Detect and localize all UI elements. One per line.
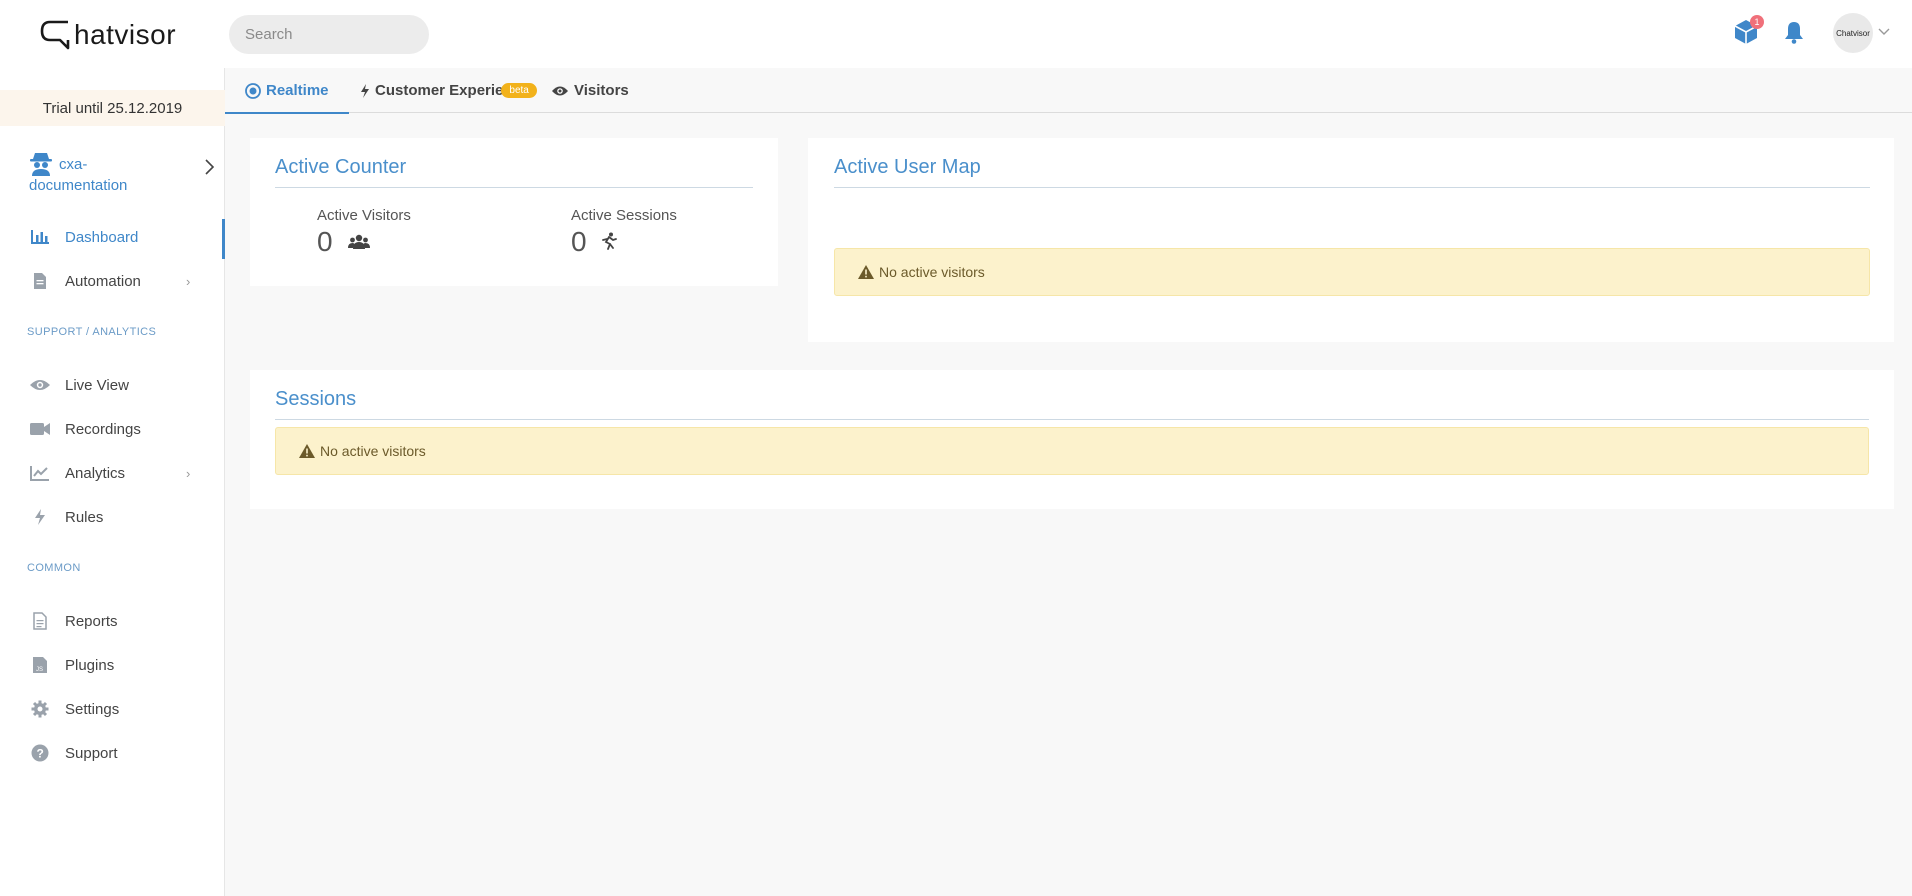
card-title: Active Counter bbox=[275, 156, 407, 178]
warning-icon bbox=[298, 443, 316, 459]
avatar[interactable]: Chatvisor bbox=[1833, 13, 1873, 53]
sessions-card: Sessions No active visitors bbox=[250, 370, 1894, 509]
svg-text:JS: JS bbox=[36, 667, 43, 673]
sidebar-item-label: Analytics bbox=[65, 464, 126, 482]
report-icon bbox=[29, 611, 51, 631]
logo-c-icon bbox=[40, 20, 70, 50]
search-input[interactable] bbox=[229, 15, 429, 54]
sidebar-item-rules[interactable]: Rules bbox=[0, 497, 225, 537]
line-chart-icon bbox=[29, 463, 51, 483]
account-switcher[interactable]: cxa-documentation bbox=[0, 144, 225, 206]
tab-visitors[interactable]: Visitors bbox=[551, 68, 629, 113]
gear-icon bbox=[29, 699, 51, 719]
video-camera-icon bbox=[29, 419, 51, 439]
sidebar-item-label: Settings bbox=[65, 700, 120, 718]
sidebar-item-label: Dashboard bbox=[65, 228, 139, 246]
warning-icon bbox=[857, 264, 875, 280]
sidebar: Trial until 25.12.2019 cxa-documentation… bbox=[0, 68, 225, 896]
tab-label: Realtime bbox=[266, 82, 329, 99]
active-counter-card: Active Counter Active Visitors 0 Active … bbox=[250, 138, 778, 286]
eye-icon bbox=[551, 85, 569, 97]
bolt-icon bbox=[360, 83, 370, 99]
active-user-map-card: Active User Map No active visitors bbox=[808, 138, 1894, 342]
js-file-icon: JS bbox=[29, 655, 51, 675]
sidebar-item-recordings[interactable]: Recordings bbox=[0, 409, 225, 449]
no-visitors-alert: No active visitors bbox=[834, 248, 1870, 296]
tab-label: Customer Experie bbox=[375, 82, 504, 99]
trial-banner: Trial until 25.12.2019 bbox=[0, 90, 225, 126]
divider bbox=[275, 187, 753, 188]
sidebar-item-label: Live View bbox=[65, 376, 129, 394]
chevron-right-icon bbox=[205, 159, 215, 175]
sidebar-item-label: Reports bbox=[65, 612, 118, 630]
card-title: Sessions bbox=[275, 388, 357, 410]
card-title: Active User Map bbox=[834, 156, 981, 178]
tab-customer-experience[interactable]: Customer Experie beta bbox=[360, 68, 537, 113]
sidebar-item-label: Rules bbox=[65, 508, 104, 526]
bolt-icon bbox=[29, 507, 51, 527]
sidebar-item-plugins[interactable]: JS Plugins bbox=[0, 645, 225, 685]
bar-chart-icon bbox=[29, 227, 51, 247]
users-icon bbox=[348, 234, 370, 249]
sidebar-item-live-view[interactable]: Live View bbox=[0, 365, 225, 405]
notification-badge: 1 bbox=[1750, 15, 1764, 29]
running-icon bbox=[602, 232, 617, 250]
sidebar-item-reports[interactable]: Reports bbox=[0, 601, 225, 641]
sidebar-item-label: Automation bbox=[65, 272, 141, 290]
alert-text: No active visitors bbox=[879, 264, 985, 280]
avatar-text: Chatvisor bbox=[1836, 28, 1870, 38]
section-header-common: COMMON bbox=[27, 562, 81, 574]
divider bbox=[275, 419, 1869, 420]
sidebar-item-dashboard[interactable]: Dashboard bbox=[0, 217, 225, 259]
sidebar-item-label: Plugins bbox=[65, 656, 115, 674]
logo-text: hatvisor bbox=[74, 19, 177, 50]
bell-icon bbox=[1785, 22, 1803, 44]
chevron-right-icon: › bbox=[186, 465, 191, 481]
chevron-down-icon bbox=[1878, 28, 1890, 35]
sidebar-item-support[interactable]: ? Support bbox=[0, 733, 225, 773]
chatvisor-logo[interactable]: hatvisor bbox=[38, 14, 176, 56]
question-icon: ? bbox=[29, 743, 51, 763]
svg-text:?: ? bbox=[37, 747, 44, 761]
tab-realtime[interactable]: Realtime bbox=[225, 68, 349, 114]
active-sessions-label: Active Sessions bbox=[571, 207, 677, 224]
trial-text: Trial until 25.12.2019 bbox=[42, 99, 183, 117]
sidebar-item-automation[interactable]: Automation › bbox=[0, 261, 225, 301]
sidebar-item-label: Support bbox=[65, 744, 118, 762]
beta-badge: beta bbox=[501, 83, 537, 98]
no-visitors-alert: No active visitors bbox=[275, 427, 1869, 475]
user-menu-toggle[interactable] bbox=[1877, 25, 1891, 39]
divider bbox=[834, 187, 1870, 188]
sidebar-item-label: Recordings bbox=[65, 420, 141, 438]
active-sessions-value: 0 bbox=[571, 226, 587, 257]
tab-bar: Realtime Customer Experie beta Visitors bbox=[225, 68, 1912, 114]
section-header-support: SUPPORT / ANALYTICS bbox=[27, 326, 157, 338]
eye-icon bbox=[29, 375, 51, 395]
realtime-icon bbox=[245, 82, 261, 99]
document-icon bbox=[29, 271, 51, 291]
active-visitors-value: 0 bbox=[317, 226, 333, 257]
sidebar-item-analytics[interactable]: Analytics › bbox=[0, 453, 225, 493]
notifications-button[interactable] bbox=[1781, 18, 1807, 46]
active-visitors-label: Active Visitors bbox=[317, 207, 411, 224]
chevron-right-icon: › bbox=[186, 273, 191, 289]
tab-label: Visitors bbox=[574, 82, 629, 99]
alert-text: No active visitors bbox=[320, 443, 426, 459]
sidebar-item-settings[interactable]: Settings bbox=[0, 689, 225, 729]
top-bar: hatvisor 1 Chatvisor bbox=[0, 0, 1912, 68]
account-name: cxa-documentation bbox=[29, 156, 128, 194]
